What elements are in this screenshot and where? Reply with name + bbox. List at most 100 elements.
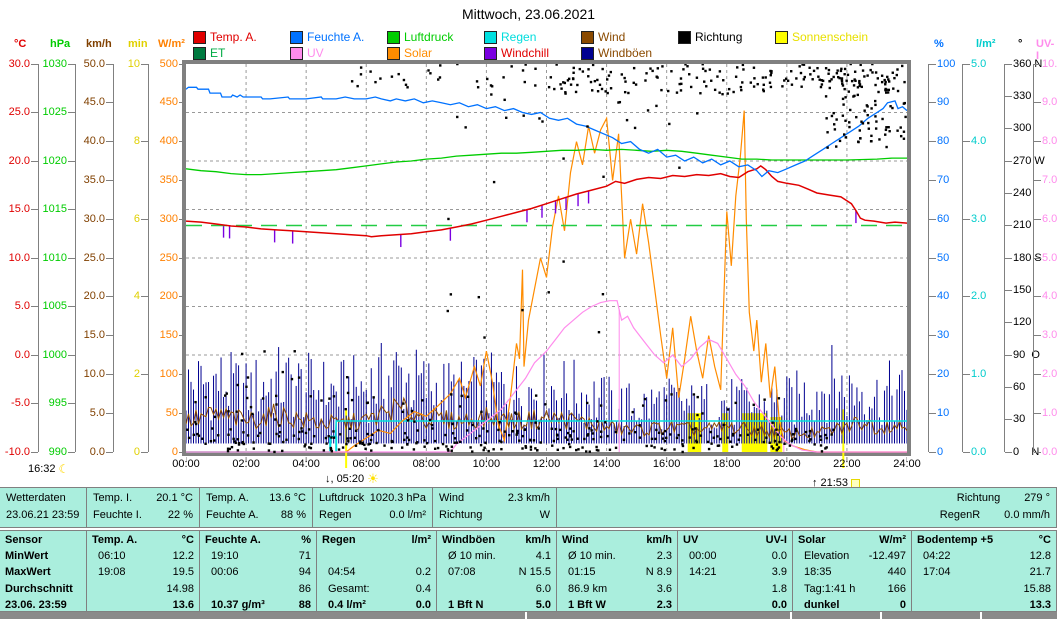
axis-tick-label: 9.0 xyxy=(1042,96,1057,109)
axis-tick-label: 1015 xyxy=(29,203,67,216)
x-axis-label: 20:00 xyxy=(766,458,808,470)
axis-tick-label: 25.0 xyxy=(67,252,105,265)
axis-tick xyxy=(68,112,75,113)
legend-label: Temp. A. xyxy=(210,30,257,44)
axis-tick-label: 20.0 xyxy=(67,290,105,303)
sunrise-time: 05:20 xyxy=(337,473,365,485)
axis-tick-label: 0.0 xyxy=(0,349,30,362)
axis-tick xyxy=(1005,452,1012,453)
stats-column-solar: SolarW/m²Elevation-12.49718:35440Tag:1:4… xyxy=(793,531,912,613)
axis-tick-label: 300 xyxy=(1013,122,1057,135)
axis-header-lm2: l/m² xyxy=(976,38,996,50)
axis-tick xyxy=(929,258,936,259)
legend-label: Windchill xyxy=(501,46,549,60)
axis-tick-label: 50 xyxy=(937,252,981,265)
legend-label: Feuchte A. xyxy=(307,30,364,44)
legend-color-swatch xyxy=(484,47,497,60)
axis-tick xyxy=(1005,161,1012,162)
axis-header-temp: °C xyxy=(14,38,26,50)
axis-tick-label: 2.0 xyxy=(1042,368,1057,381)
axis-tick-label: 150 xyxy=(140,329,178,342)
axis-tick xyxy=(68,306,75,307)
axis-tick-label: 45.0 xyxy=(67,96,105,109)
x-axis-label: 18:00 xyxy=(706,458,748,470)
axis-tick-label: 25.0 xyxy=(0,106,30,119)
axis-header-hpa: hPa xyxy=(50,38,70,50)
window-border-segment xyxy=(792,612,880,619)
legend-item-et: ET xyxy=(193,45,290,61)
axis-tick-label: 10 xyxy=(102,58,140,71)
legend-label: Regen xyxy=(501,30,536,44)
table-cell: Wind2.3 km/hRichtungW xyxy=(433,488,557,527)
legend-label: Solar xyxy=(404,46,432,60)
legend-color-swatch xyxy=(678,31,691,44)
axis-tick-label: 15.0 xyxy=(0,203,30,216)
axis-tick xyxy=(1034,413,1041,414)
legend-item-feuchte-a-: Feuchte A. xyxy=(290,29,387,45)
x-axis-label: 00:00 xyxy=(165,458,207,470)
axis-tick-label: -10.0 xyxy=(0,446,30,459)
axis-tick-label: 1025 xyxy=(29,106,67,119)
legend-color-swatch xyxy=(290,47,303,60)
axis-line xyxy=(113,64,114,452)
axis-tick xyxy=(1034,219,1041,220)
x-axis-label: 06:00 xyxy=(345,458,387,470)
axis-tick xyxy=(963,452,970,453)
axis-tick-label: 1.0 xyxy=(1042,407,1057,420)
axis-tick-label: 1000 xyxy=(29,349,67,362)
axis-tick-label: 2.0 xyxy=(971,290,1015,303)
axis-tick xyxy=(106,413,113,414)
sun-icon: ☀ xyxy=(367,474,379,484)
legend-item-richtung: Richtung xyxy=(678,29,775,45)
axis-tick xyxy=(68,403,75,404)
axis-tick-label: 270 W xyxy=(1013,155,1057,168)
axis-tick xyxy=(106,335,113,336)
axis-tick-label: 35.0 xyxy=(67,174,105,187)
legend-item-windchill: Windchill xyxy=(484,45,581,61)
axis-tick xyxy=(963,64,970,65)
axis-header-deg: ° xyxy=(1018,38,1022,50)
axis-header-wm2: W/m² xyxy=(158,38,185,50)
axis-tick-label: 7.0 xyxy=(1042,174,1057,187)
summary-datetime: 23.06.21 23:59 xyxy=(6,507,80,524)
x-axis-label: 04:00 xyxy=(285,458,327,470)
axis-tick-label: 3.0 xyxy=(971,213,1015,226)
table-cell: Temp. A.13.6 °CFeuchte A.88 % xyxy=(200,488,313,527)
legend-item-wind: Wind xyxy=(581,29,678,45)
axis-tick xyxy=(929,219,936,220)
axis-tick-label: 3.0 xyxy=(1042,329,1057,342)
axis-tick-label: 10.0 xyxy=(1042,58,1057,71)
legend-item-luftdruck: Luftdruck xyxy=(387,29,484,45)
summary-title: Wetterdaten xyxy=(6,490,80,507)
axis-tick-label: 90 O xyxy=(1013,349,1057,362)
axis-tick xyxy=(1034,180,1041,181)
axis-tick-label: 10 xyxy=(937,407,981,420)
plot-area[interactable] xyxy=(186,64,907,452)
stats-column-temp-a-: Temp. A.°C06:1012.219:0819.514.9813.6 xyxy=(87,531,200,613)
axis-tick-label: 1.0 xyxy=(971,368,1015,381)
axis-tick-label: 0.0 xyxy=(1042,446,1057,459)
axis-tick-label: 40.0 xyxy=(67,135,105,148)
axis-tick-label: 4.0 xyxy=(1042,290,1057,303)
axis-tick xyxy=(929,296,936,297)
axis-tick xyxy=(963,219,970,220)
axis-tick xyxy=(929,335,936,336)
legend-item-regen: Regen xyxy=(484,29,581,45)
legend-color-swatch xyxy=(484,31,497,44)
stats-row-label: Sensor xyxy=(5,532,81,548)
axis-header-min: min xyxy=(128,38,148,50)
axis-tick-label: 10.0 xyxy=(67,368,105,381)
axis-tick-label: 120 xyxy=(1013,316,1057,329)
stats-row-label: MinWert xyxy=(5,548,81,564)
axis-tick-label: 90 xyxy=(937,96,981,109)
stats-row-labels: SensorMinWertMaxWertDurchschnitt23.06. 2… xyxy=(0,531,87,613)
axis-tick-label: 30.0 xyxy=(67,213,105,226)
axis-tick xyxy=(1005,290,1012,291)
axis-tick xyxy=(106,180,113,181)
legend-item-uv: UV xyxy=(290,45,387,61)
axis-tick-label: 250 xyxy=(140,252,178,265)
axis-tick xyxy=(1034,141,1041,142)
legend-label: Windböen xyxy=(598,46,652,60)
x-axis-label: 02:00 xyxy=(225,458,267,470)
axis-tick-label: 50 xyxy=(140,407,178,420)
